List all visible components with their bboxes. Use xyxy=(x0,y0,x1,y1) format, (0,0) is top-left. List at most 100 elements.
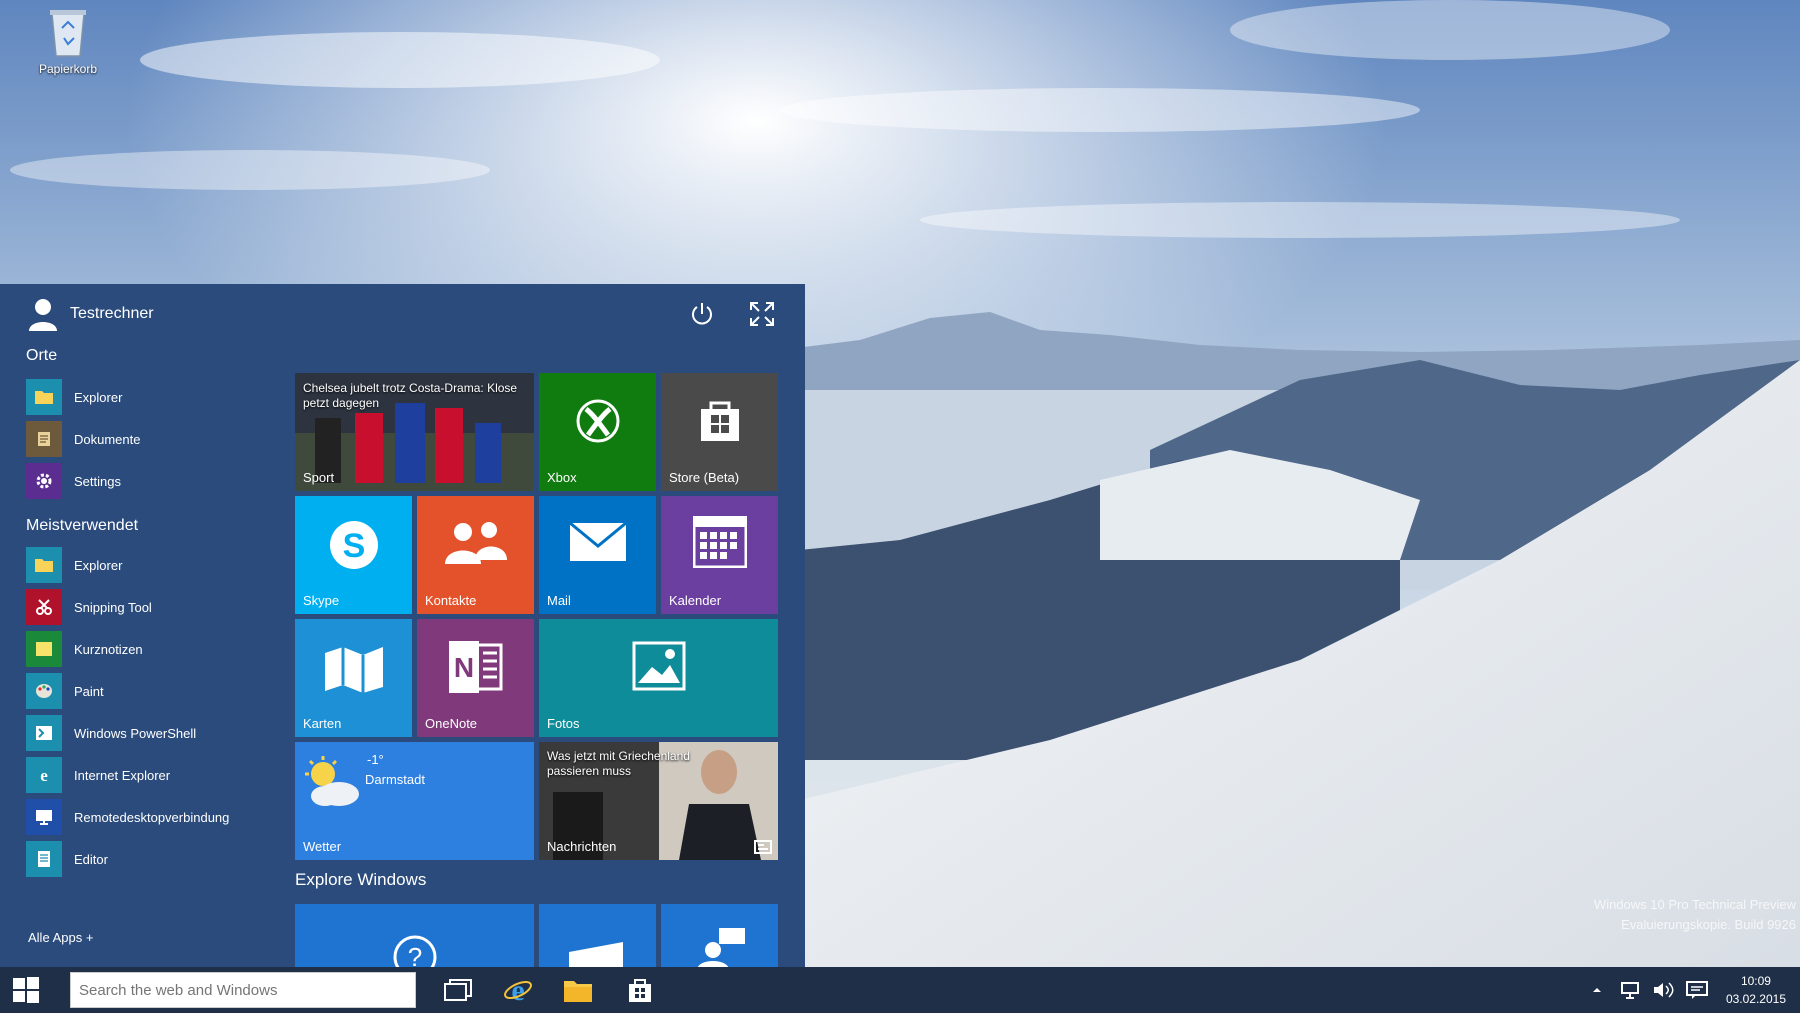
remote-desktop-icon xyxy=(26,799,62,835)
show-hidden-icons-icon[interactable] xyxy=(1590,983,1604,997)
power-icon[interactable] xyxy=(688,300,716,328)
most-used-item-label: Kurznotizen xyxy=(74,641,143,657)
places-item-dokumente[interactable]: Dokumente xyxy=(26,418,286,460)
tile-mail[interactable]: Mail xyxy=(539,496,656,614)
tile-onenote-label: OneNote xyxy=(425,716,478,731)
windows-logo-icon xyxy=(569,942,623,967)
tile-wetter[interactable]: -1° Darmstadt Wetter xyxy=(295,742,534,860)
clock[interactable]: 10:09 03.02.2015 xyxy=(1726,972,1786,1008)
weather-sun-cloud-icon xyxy=(305,756,359,806)
most-used-item-kurznotizen[interactable]: Kurznotizen xyxy=(26,628,286,670)
tile-karten[interactable]: Karten xyxy=(295,619,412,737)
notepad-icon xyxy=(26,841,62,877)
tile-xbox[interactable]: Xbox xyxy=(539,373,656,491)
places-item-label: Settings xyxy=(74,473,121,489)
store-icon xyxy=(701,401,739,441)
tile-get-started[interactable]: ? xyxy=(295,904,534,967)
places-item-explorer[interactable]: Explorer xyxy=(26,376,286,418)
news-headline: Was jetzt mit Griechenland passieren mus… xyxy=(547,749,690,778)
expand-icon[interactable] xyxy=(748,300,776,328)
most-used-item-internet-explorer[interactable]: e Internet Explorer xyxy=(26,754,286,796)
network-icon[interactable] xyxy=(1620,981,1640,999)
volume-icon[interactable] xyxy=(1652,981,1674,999)
tile-nachrichten-label: Nachrichten xyxy=(547,839,617,854)
sticky-note-icon xyxy=(26,631,62,667)
svg-text:?: ? xyxy=(408,942,422,967)
mail-icon xyxy=(569,522,627,561)
clock-time: 10:09 xyxy=(1740,974,1771,988)
system-tray xyxy=(1590,967,1708,1013)
tile-sport[interactable]: Chelsea jubelt trotz Costa-Drama: Klose … xyxy=(295,373,534,491)
folder-icon xyxy=(26,379,62,415)
folder-icon xyxy=(26,547,62,583)
most-used-item-label: Paint xyxy=(74,683,104,699)
contacts-icon xyxy=(445,522,507,564)
search-input[interactable] xyxy=(70,972,416,1008)
onenote-icon: N xyxy=(449,641,503,693)
explore-windows-heading: Explore Windows xyxy=(295,870,427,889)
photos-icon xyxy=(632,641,686,691)
tile-nachrichten[interactable]: Was jetzt mit Griechenland passieren mus… xyxy=(539,742,778,860)
action-center-icon[interactable] xyxy=(1686,981,1708,999)
calendar-icon xyxy=(693,516,747,568)
most-used-item-explorer[interactable]: Explorer xyxy=(26,544,286,586)
most-used-list: Explorer Snipping Tool Kurznotizen Paint Win… xyxy=(26,544,286,880)
svg-text:e: e xyxy=(511,975,524,1005)
scissors-icon xyxy=(26,589,62,625)
documents-icon xyxy=(26,421,62,457)
tile-kontakte[interactable]: Kontakte xyxy=(417,496,534,614)
most-used-item-editor[interactable]: Editor xyxy=(26,838,286,880)
windows-logo-icon xyxy=(13,977,39,1003)
task-view-button[interactable] xyxy=(430,967,486,1013)
most-used-item-paint[interactable]: Paint xyxy=(26,670,286,712)
store-button[interactable] xyxy=(612,967,668,1013)
most-used-item-remotedesktopverbindung[interactable]: Remotedesktopverbindung xyxy=(26,796,286,838)
internet-explorer-button[interactable]: e xyxy=(490,967,546,1013)
most-used-item-label: Editor xyxy=(74,851,108,867)
help-icon: ? xyxy=(393,935,437,967)
tile-skype[interactable]: S Skype xyxy=(295,496,412,614)
user-name: Testrechner xyxy=(70,305,154,322)
file-explorer-button[interactable] xyxy=(550,967,606,1013)
start-button[interactable] xyxy=(0,967,52,1013)
tile-fotos[interactable]: Fotos xyxy=(539,619,778,737)
tile-karten-label: Karten xyxy=(303,716,342,731)
ie-icon: e xyxy=(26,757,62,793)
weather-city: Darmstadt xyxy=(365,772,425,787)
user-account[interactable]: Testrechner xyxy=(28,294,154,334)
tile-skype-label: Skype xyxy=(303,593,340,608)
tile-kontakte-label: Kontakte xyxy=(425,593,477,608)
most-used-item-label: Explorer xyxy=(74,557,123,573)
tile-sport-label: Sport xyxy=(303,470,335,485)
powershell-icon xyxy=(26,715,62,751)
most-used-item-windows-powershell[interactable]: Windows PowerShell xyxy=(26,712,286,754)
tile-kalender-label: Kalender xyxy=(669,593,722,608)
user-avatar-icon xyxy=(29,299,57,331)
folder-icon xyxy=(564,981,592,1002)
places-list: Explorer Dokumente Settings xyxy=(26,376,286,502)
start-menu: Testrechner Orte Explorer Dokumente Settin… xyxy=(0,284,805,967)
tile-wetter-label: Wetter xyxy=(303,839,342,854)
all-apps-link[interactable]: Alle Apps + xyxy=(28,930,93,945)
tile-store[interactable]: Store (Beta) xyxy=(661,373,778,491)
most-used-item-label: Windows PowerShell xyxy=(74,725,197,741)
tile-feedback[interactable] xyxy=(661,904,778,967)
tile-fotos-label: Fotos xyxy=(547,716,580,731)
places-item-settings[interactable]: Settings xyxy=(26,460,286,502)
skype-icon: S xyxy=(330,521,378,569)
places-item-label: Explorer xyxy=(74,389,123,405)
watermark-line-1: Windows 10 Pro Technical Preview xyxy=(1593,897,1796,912)
most-used-item-label: Internet Explorer xyxy=(74,767,171,783)
weather-temperature: -1° xyxy=(367,752,384,767)
recycle-bin-icon xyxy=(50,10,86,57)
recycle-bin-label: Papierkorb xyxy=(38,62,98,76)
task-view-icon xyxy=(444,979,472,1001)
tile-windows-feature[interactable] xyxy=(539,904,656,967)
most-used-item-snipping-tool[interactable]: Snipping Tool xyxy=(26,586,286,628)
recycle-bin[interactable]: Papierkorb xyxy=(28,4,108,76)
ie-icon: e xyxy=(504,975,532,1005)
places-heading: Orte xyxy=(26,347,58,364)
tile-kalender[interactable]: Kalender xyxy=(661,496,778,614)
tile-onenote[interactable]: N OneNote xyxy=(417,619,534,737)
watermark-line-2: Evaluierungskopie. Build 9926 xyxy=(1621,917,1796,932)
